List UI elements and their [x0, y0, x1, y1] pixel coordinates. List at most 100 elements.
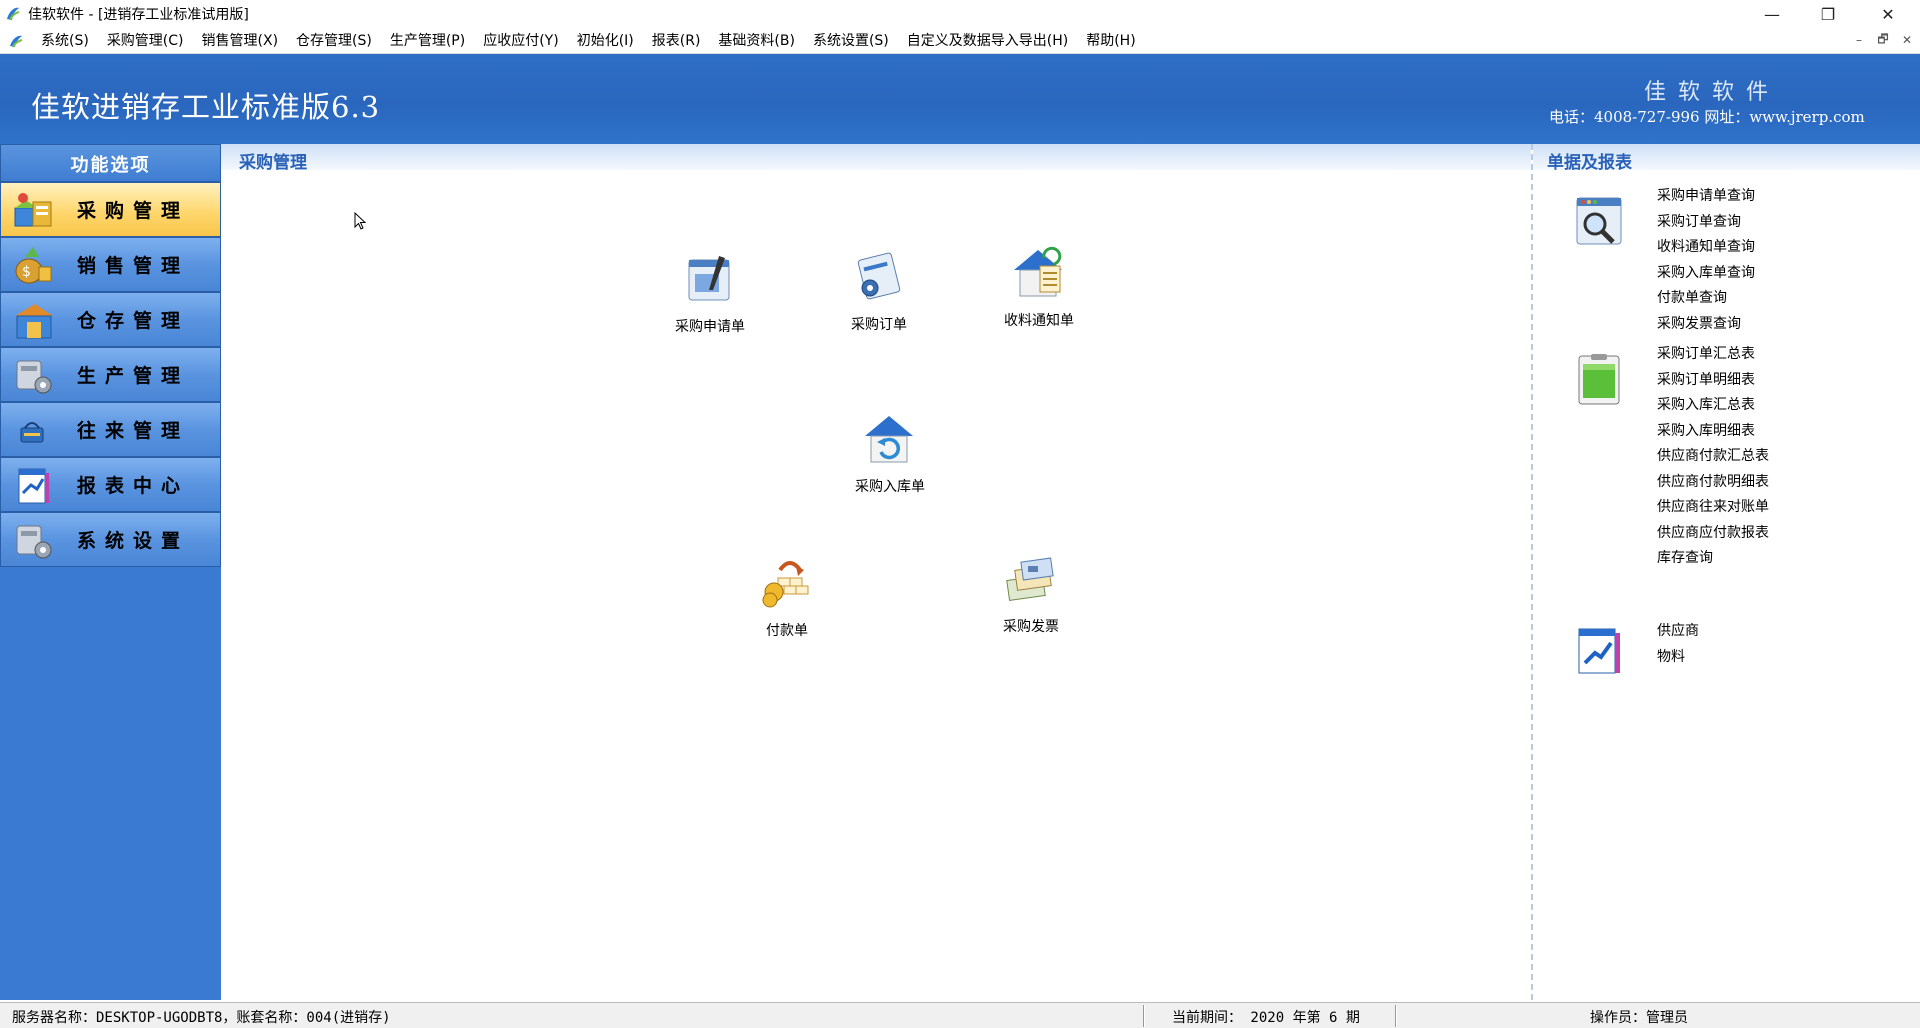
maximize-button[interactable]: ❐: [1800, 0, 1856, 28]
link-supplier[interactable]: 供应商: [1657, 619, 1699, 645]
tile-purchase-request[interactable]: 采购申请单: [650, 248, 770, 336]
settings-icon: [16, 525, 52, 558]
sidebar-item-accounts[interactable]: 往来管理: [0, 402, 221, 457]
sidebar-item-label: 往来管理: [77, 420, 190, 442]
mdi-restore-button[interactable]: 🗗: [1872, 30, 1894, 50]
reports-panel: 单据及报表 采购申请单查询 采购订单查询 收料通知单查询 采购入库单查询 付款单…: [1531, 144, 1920, 1000]
sidebar-item-settings[interactable]: 系统设置: [0, 512, 221, 567]
sidebar-item-reports[interactable]: 报表中心: [0, 457, 221, 512]
link-receipt-summary[interactable]: 采购入库汇总表: [1657, 393, 1769, 419]
menu-initialize[interactable]: 初始化(I): [568, 28, 643, 54]
app-logo-icon: [7, 7, 20, 21]
mdi-document-icon[interactable]: [6, 32, 26, 50]
link-receipt-detail[interactable]: 采购入库明细表: [1657, 419, 1769, 445]
sidebar-item-production[interactable]: 生产管理: [0, 347, 221, 402]
menu-reports[interactable]: 报表(R): [643, 28, 710, 54]
tile-label: 采购订单: [851, 317, 907, 333]
payment-icon: [762, 561, 809, 608]
link-order-detail[interactable]: 采购订单明细表: [1657, 368, 1769, 394]
warehouse-icon: [15, 303, 53, 338]
link-material[interactable]: 物料: [1657, 645, 1699, 671]
link-payment-query[interactable]: 付款单查询: [1657, 286, 1755, 312]
tile-purchase-invoice[interactable]: 采购发票: [971, 548, 1091, 636]
tile-label: 收料通知单: [1004, 313, 1074, 329]
master-data-icon: [1578, 628, 1620, 674]
menu-warehouse[interactable]: 仓存管理(S): [287, 28, 381, 54]
menu-basic-data[interactable]: 基础资料(B): [709, 28, 804, 54]
accounts-icon: [20, 421, 44, 442]
sidebar: 功能选项 采购管理 $ 销售管理 仓存管理 生产管理 往来管理 报表中心 系统设…: [0, 144, 221, 1000]
master-data-links: 供应商 物料: [1657, 619, 1699, 670]
close-button[interactable]: ✕: [1860, 0, 1916, 28]
link-supplier-payable-report[interactable]: 供应商应付款报表: [1657, 521, 1769, 547]
status-period: 当前期间： 2020 年第 6 期: [1172, 1010, 1360, 1026]
link-purchase-receipt-query[interactable]: 采购入库单查询: [1657, 261, 1755, 287]
tile-purchase-receipt[interactable]: 采购入库单: [830, 408, 950, 496]
link-inventory-query[interactable]: 库存查询: [1657, 546, 1769, 572]
sidebar-item-label: 仓存管理: [77, 310, 190, 332]
link-purchase-order-query[interactable]: 采购订单查询: [1657, 210, 1755, 236]
purchase-request-icon: [688, 256, 730, 301]
report-icon: [18, 468, 49, 503]
main-panel: 采购管理 采购申请单 采购订单 收料通知单 采购入库单 付款单 采购发票: [221, 144, 1531, 1000]
link-purchase-request-query[interactable]: 采购申请单查询: [1657, 184, 1755, 210]
window-title: 佳软软件 - [进销存工业标准试用版]: [28, 7, 249, 23]
tile-label: 采购入库单: [855, 479, 925, 495]
mouse-cursor-icon: [354, 212, 367, 230]
status-server: 服务器名称：DESKTOP-UGODBT8，账套名称：004(进销存): [12, 1010, 391, 1026]
production-icon: [16, 360, 52, 393]
link-supplier-payment-detail[interactable]: 供应商付款明细表: [1657, 470, 1769, 496]
tile-payment[interactable]: 付款单: [727, 552, 847, 640]
link-order-summary[interactable]: 采购订单汇总表: [1657, 342, 1769, 368]
purchase-receipt-icon: [865, 416, 913, 463]
status-divider: [1143, 1005, 1145, 1027]
purchase-invoice-icon: [1006, 557, 1054, 601]
main-panel-header: 采购管理: [221, 144, 1531, 173]
main-panel-title: 采购管理: [239, 153, 307, 173]
status-divider: [1395, 1005, 1397, 1027]
link-supplier-payment-summary[interactable]: 供应商付款汇总表: [1657, 444, 1769, 470]
mdi-minimize-button[interactable]: –: [1848, 30, 1870, 50]
sidebar-item-label: 销售管理: [77, 255, 190, 277]
menu-custom-import-export[interactable]: 自定义及数据导入导出(H): [898, 28, 1077, 54]
query-links: 采购申请单查询 采购订单查询 收料通知单查询 采购入库单查询 付款单查询 采购发…: [1657, 184, 1755, 337]
tile-purchase-order[interactable]: 采购订单: [819, 246, 939, 334]
receiving-notice-icon: [1014, 246, 1062, 297]
reports-panel-header: 单据及报表: [1533, 144, 1920, 173]
menu-production[interactable]: 生产管理(P): [381, 28, 474, 54]
link-receiving-notice-query[interactable]: 收料通知单查询: [1657, 235, 1755, 261]
product-title: 佳软进销存工业标准版6.3: [31, 90, 381, 124]
report-document-icon: [1578, 354, 1620, 405]
header-banner: 佳软进销存工业标准版6.3 佳软软件 电话：4008-727-996 网址：ww…: [0, 54, 1920, 144]
sidebar-item-label: 报表中心: [77, 475, 190, 497]
tile-label: 采购申请单: [675, 319, 745, 335]
link-purchase-invoice-query[interactable]: 采购发票查询: [1657, 312, 1755, 338]
sidebar-item-warehouse[interactable]: 仓存管理: [0, 292, 221, 347]
purchase-icon: [14, 192, 52, 226]
menu-bar: 系统(S) 采购管理(C) 销售管理(X) 仓存管理(S) 生产管理(P) 应收…: [0, 28, 1920, 54]
sidebar-item-label: 系统设置: [77, 530, 190, 552]
tile-receiving-notice[interactable]: 收料通知单: [979, 242, 1099, 330]
sidebar-title: 功能选项: [0, 144, 221, 182]
menu-purchase[interactable]: 采购管理(C): [98, 28, 193, 54]
menu-settings[interactable]: 系统设置(S): [804, 28, 898, 54]
title-bar: 佳软软件 - [进销存工业标准试用版] — ❐ ✕: [0, 0, 1920, 28]
reports-panel-title: 单据及报表: [1547, 153, 1632, 173]
menu-system[interactable]: 系统(S): [32, 28, 98, 54]
minimize-button[interactable]: —: [1744, 0, 1800, 28]
status-operator: 操作员：管理员: [1590, 1010, 1688, 1026]
sidebar-item-sales[interactable]: $ 销售管理: [0, 237, 221, 292]
company-name: 佳软软件: [1644, 80, 1781, 105]
menu-receivable-payable[interactable]: 应收应付(Y): [474, 28, 567, 54]
sidebar-item-purchase[interactable]: 采购管理: [0, 182, 221, 237]
link-supplier-statement[interactable]: 供应商往来对账单: [1657, 495, 1769, 521]
report-links: 采购订单汇总表 采购订单明细表 采购入库汇总表 采购入库明细表 供应商付款汇总表…: [1657, 342, 1769, 572]
mdi-close-button[interactable]: ✕: [1896, 30, 1918, 50]
menu-sales[interactable]: 销售管理(X): [193, 28, 288, 54]
tile-label: 采购发票: [1003, 619, 1059, 635]
purchase-order-icon: [857, 252, 901, 300]
app-window: 佳软软件 - [进销存工业标准试用版] — ❐ ✕ 系统(S) 采购管理(C) …: [0, 0, 1920, 1028]
status-bar: 服务器名称：DESKTOP-UGODBT8，账套名称：004(进销存) 当前期间…: [0, 1002, 1920, 1028]
menu-help[interactable]: 帮助(H): [1077, 28, 1144, 54]
tile-label: 付款单: [766, 623, 808, 639]
